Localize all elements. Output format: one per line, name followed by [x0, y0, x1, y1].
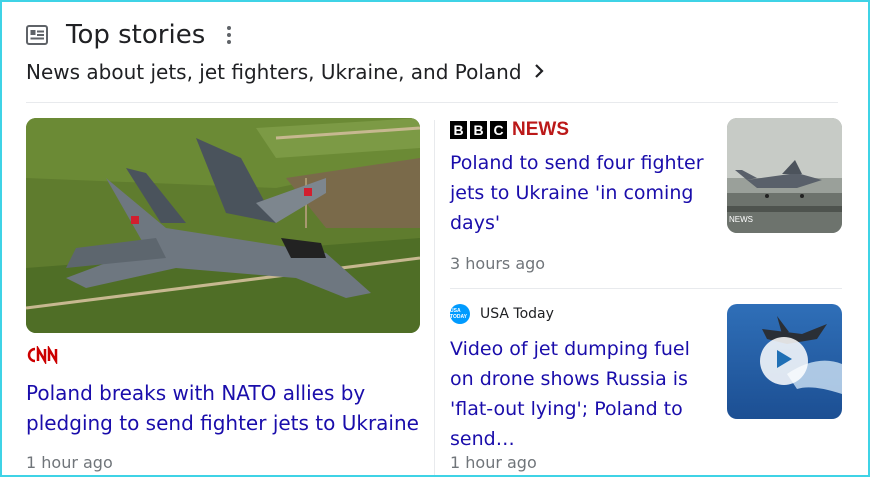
play-button[interactable]	[760, 337, 808, 385]
story-time-bbc: 3 hours ago	[450, 254, 546, 273]
story-thumbnail-usa-today[interactable]	[727, 304, 842, 419]
source-name: USA Today	[480, 306, 554, 322]
bbc-letter: B	[470, 121, 487, 139]
cnn-logo	[26, 344, 62, 369]
bbc-news-text: NEWS	[512, 119, 569, 140]
thumbnail-watermark: NEWS	[729, 215, 753, 224]
section-header: Top stories	[26, 18, 232, 52]
section-title: Top stories	[66, 20, 206, 50]
bbc-letter: C	[490, 121, 507, 139]
more-news-link[interactable]: News about jets, jet fighters, Ukraine, …	[26, 58, 544, 86]
play-icon	[774, 348, 794, 375]
main-story-image[interactable]	[26, 118, 420, 333]
bbc-letter: B	[450, 121, 467, 139]
column-divider	[434, 120, 435, 475]
main-story-title[interactable]: Poland breaks with NATO allies by pledgi…	[26, 378, 426, 438]
story-thumbnail-bbc[interactable]: NEWS	[727, 118, 842, 233]
more-options-icon[interactable]	[227, 26, 232, 44]
subtitle-text: News about jets, jet fighters, Ukraine, …	[26, 60, 522, 84]
bbc-news-logo: B B C NEWS	[450, 119, 569, 141]
divider	[26, 102, 838, 103]
newspaper-icon	[26, 24, 48, 46]
usa-today-icon: USA TODAY	[450, 304, 470, 324]
story-title-usa-today[interactable]: Video of jet dumping fuel on drone shows…	[450, 334, 710, 454]
story-title-bbc[interactable]: Poland to send four fighter jets to Ukra…	[450, 148, 710, 238]
story-divider	[450, 288, 842, 289]
story-time-usa-today: 1 hour ago	[450, 453, 537, 472]
top-stories-card: Top stories News about jets, jet fighter…	[0, 0, 870, 477]
chevron-right-icon	[534, 60, 544, 84]
main-story-time: 1 hour ago	[26, 453, 113, 472]
usa-today-source: USA TODAY USA Today	[450, 304, 554, 324]
